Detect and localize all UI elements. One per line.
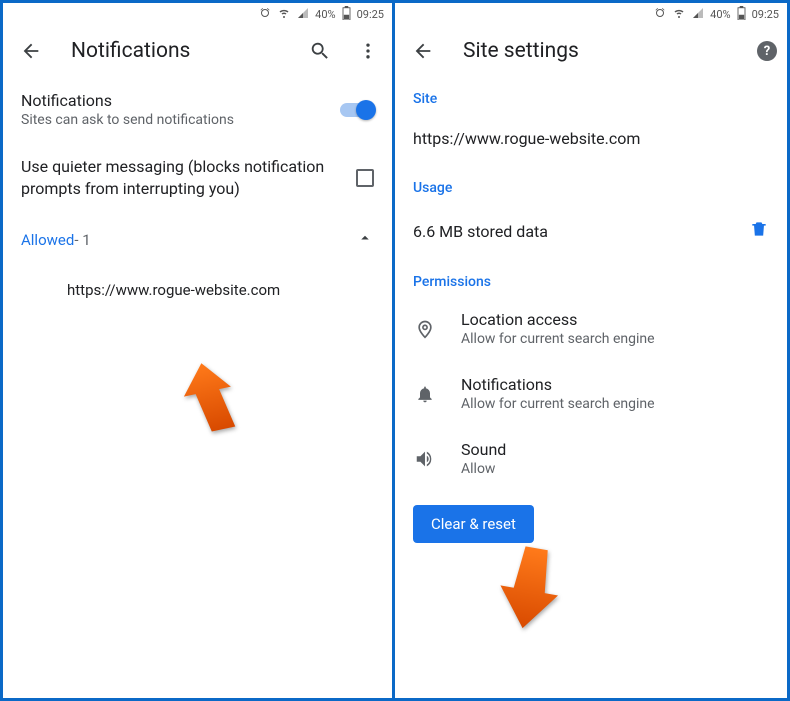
allowed-count: - 1 (74, 231, 90, 249)
alarm-icon (654, 7, 666, 22)
page-title: Notifications (65, 39, 286, 63)
sound-icon (413, 448, 437, 470)
permission-notifications[interactable]: Notifications Allow for current search e… (395, 361, 787, 426)
permission-sound[interactable]: Sound Allow (395, 426, 787, 491)
notifications-label: Notifications (21, 91, 328, 110)
permission-location[interactable]: Location access Allow for current search… (395, 296, 787, 361)
back-icon[interactable] (409, 37, 437, 65)
battery-icon (737, 6, 746, 23)
clear-reset-button[interactable]: Clear & reset (413, 505, 534, 543)
page-title: Site settings (457, 39, 737, 63)
status-bar: 40% 09:25 (395, 3, 787, 25)
quieter-messaging-row[interactable]: Use quieter messaging (blocks notificati… (3, 142, 392, 213)
permission-desc: Allow (461, 461, 769, 477)
usage-section-header: Usage (395, 166, 787, 202)
chevron-up-icon (356, 229, 374, 251)
allowed-site-item[interactable]: https://www.rogue-website.com (3, 267, 392, 313)
notifications-desc: Sites can ask to send notifications (21, 112, 328, 128)
location-icon (413, 318, 437, 340)
notifications-screen: 40% 09:25 Notifications Notifications Si… (3, 3, 395, 698)
permission-title: Sound (461, 440, 769, 459)
stored-data-row[interactable]: 6.6 MB stored data (395, 202, 787, 260)
permission-desc: Allow for current search engine (461, 331, 769, 347)
allowed-label: Allowed (21, 231, 74, 249)
quieter-messaging-checkbox[interactable] (356, 169, 374, 187)
wifi-icon (672, 7, 686, 22)
cell-signal-icon (692, 7, 704, 22)
permission-title: Notifications (461, 375, 769, 394)
permission-title: Location access (461, 310, 769, 329)
site-section-header: Site (395, 77, 787, 113)
allowed-site-url: https://www.rogue-website.com (67, 281, 280, 299)
notifications-toggle-row[interactable]: Notifications Sites can ask to send noti… (3, 77, 392, 142)
stored-data-text: 6.6 MB stored data (413, 222, 548, 241)
annotation-arrow-left (181, 359, 241, 439)
trash-icon[interactable] (749, 218, 769, 244)
back-icon[interactable] (17, 37, 45, 65)
wifi-icon (277, 7, 291, 22)
alarm-icon (259, 7, 271, 22)
clock-text: 09:25 (752, 8, 779, 21)
notifications-switch[interactable] (340, 103, 374, 117)
battery-percent: 40% (315, 8, 335, 21)
cell-signal-icon (297, 7, 309, 22)
clock-text: 09:25 (357, 8, 384, 21)
battery-percent: 40% (710, 8, 730, 21)
status-bar: 40% 09:25 (3, 3, 392, 25)
allowed-section-header[interactable]: Allowed - 1 (3, 213, 392, 267)
permission-desc: Allow for current search engine (461, 396, 769, 412)
site-settings-screen: 40% 09:25 Site settings ? Site https://w… (395, 3, 787, 698)
app-bar: Site settings ? (395, 25, 787, 77)
app-bar: Notifications (3, 25, 392, 77)
help-icon[interactable]: ? (757, 41, 777, 61)
battery-icon (342, 6, 351, 23)
search-icon[interactable] (306, 37, 334, 65)
site-url: https://www.rogue-website.com (395, 113, 787, 166)
permissions-section-header: Permissions (395, 260, 787, 296)
bell-icon (413, 383, 437, 405)
quieter-messaging-label: Use quieter messaging (blocks notificati… (21, 156, 344, 199)
overflow-menu-icon[interactable] (354, 37, 382, 65)
